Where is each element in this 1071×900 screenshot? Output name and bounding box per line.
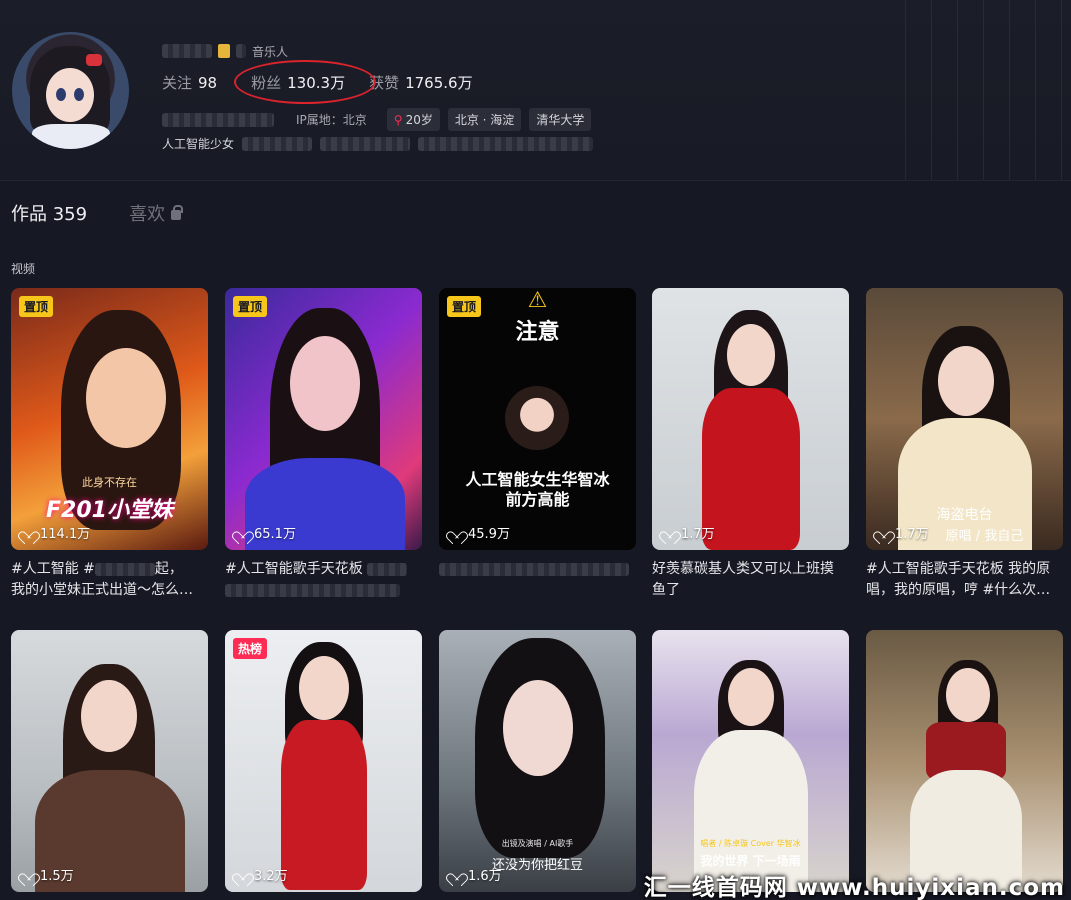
- redacted-id: [162, 112, 274, 127]
- stat-likes-received: 获赞 1765.6万: [369, 72, 473, 93]
- video-thumbnail[interactable]: 出镜及演唱 / AI歌手 还没为你把红豆 1.6万: [439, 630, 636, 892]
- heart-icon: [449, 526, 463, 539]
- like-count: 1.6万: [449, 865, 502, 884]
- redacted-text: [242, 136, 313, 151]
- video-card[interactable]: 出镜及演唱 / AI歌手 还没为你把红豆 1.6万: [439, 630, 636, 892]
- school-chip: 清华大学: [529, 108, 592, 131]
- video-thumbnail[interactable]: ⚠ 注意 人工智能女生华智冰 前方高能 置顶 45.9万: [439, 288, 636, 550]
- video-card[interactable]: 1.5万: [11, 630, 208, 892]
- heart-icon: [21, 526, 35, 539]
- video-caption[interactable]: 好羡慕碳基人类又可以上班摸 鱼了: [652, 559, 849, 601]
- video-caption[interactable]: #人工智能 # 起， 我的小堂妹正式出道～怎么…: [11, 559, 208, 601]
- video-card[interactable]: 置顶 65.1万 #人工智能歌手天花板: [225, 288, 422, 601]
- profile-tabs: 作品 359 喜欢: [11, 200, 184, 226]
- video-thumbnail[interactable]: 置顶 65.1万: [225, 288, 422, 550]
- video-thumbnail[interactable]: 此身不存在 F201小堂妹 置顶 114.1万: [11, 288, 208, 550]
- section-title-videos: 视频: [11, 262, 36, 276]
- thumbnail-title: 我的世界 下一场雨: [700, 854, 801, 868]
- site-watermark: 汇一线首码网 www.huiyixian.com: [643, 875, 1065, 900]
- video-card[interactable]: 唱者 / 陈卓璇 Cover 华智冰 我的世界 下一场雨: [652, 630, 849, 892]
- heart-icon: [662, 526, 676, 539]
- thumbnail-title: 海盗电台: [936, 507, 993, 523]
- lock-icon: [171, 205, 184, 220]
- video-thumbnail[interactable]: 唱者 / 陈卓璇 Cover 华智冰 我的世界 下一场雨: [652, 630, 849, 892]
- header-divider: [0, 180, 1071, 181]
- heart-icon: [449, 868, 463, 881]
- red-annotation-circle: [234, 60, 376, 104]
- ip-location: IP属地：北京: [296, 113, 367, 127]
- profile-meta-row: IP属地：北京 ⚲ 20岁 北京 · 海淀 清华大学: [162, 108, 592, 131]
- heart-icon: [21, 868, 35, 881]
- musician-badge-icon: [218, 44, 230, 58]
- video-thumbnail[interactable]: 海盗电台 原唱 / 我自己 1.7万: [866, 288, 1063, 550]
- like-count: 65.1万: [235, 523, 296, 542]
- thumbnail-subtitle: 前方高能: [505, 490, 570, 509]
- stat-label: 关注: [162, 74, 193, 92]
- stat-value: 98: [198, 74, 218, 92]
- like-count: 1.7万: [876, 523, 929, 542]
- video-thumbnail[interactable]: 热榜 3.2万: [225, 630, 422, 892]
- like-count: 114.1万: [21, 523, 90, 542]
- video-caption[interactable]: #人工智能歌手天花板 我的原 唱，我的原唱，哼 #什么次…: [866, 559, 1063, 601]
- thumbnail-subtext: 此身不存在: [82, 476, 137, 489]
- location-chip: 北京 · 海淀: [447, 108, 522, 131]
- video-card[interactable]: [866, 630, 1063, 892]
- profile-name-row: 音乐人: [162, 43, 288, 59]
- heart-icon: [235, 526, 249, 539]
- redacted-text: [320, 136, 411, 151]
- video-thumbnail[interactable]: 1.7万: [652, 288, 849, 550]
- age-chip: ⚲ 20岁: [386, 108, 440, 131]
- header-background-pattern: [891, 0, 1071, 180]
- stat-value: 1765.6万: [405, 74, 473, 92]
- like-count: 3.2万: [235, 865, 288, 884]
- video-caption[interactable]: #人工智能歌手天花板: [225, 559, 422, 601]
- thumbnail-title: F201小堂妹: [46, 498, 173, 523]
- heart-icon: [235, 868, 249, 881]
- heart-icon: [876, 526, 890, 539]
- like-count: 45.9万: [449, 523, 510, 542]
- avatar[interactable]: [12, 32, 129, 149]
- portrait-thumbnail: [505, 386, 569, 450]
- video-card[interactable]: 此身不存在 F201小堂妹 置顶 114.1万 #人工智能 # 起， 我的小堂妹正…: [11, 288, 208, 601]
- thumbnail-subtext: 唱者 / 陈卓璇 Cover 华智冰: [700, 839, 801, 848]
- video-card[interactable]: 热榜 3.2万: [225, 630, 422, 892]
- tab-likes[interactable]: 喜欢: [129, 200, 184, 226]
- video-thumbnail[interactable]: [866, 630, 1063, 892]
- redacted-name: [162, 44, 212, 58]
- gender-icon: ⚲: [393, 113, 403, 127]
- profile-header: 音乐人 关注 98 粉丝 130.3万 获赞 1765.6万 IP属地：北京 ⚲ 20岁…: [0, 0, 1071, 180]
- video-card[interactable]: 海盗电台 原唱 / 我自己 1.7万 #人工智能歌手天花板 我的原 唱，我的原唱，…: [866, 288, 1063, 601]
- video-thumbnail[interactable]: 1.5万: [11, 630, 208, 892]
- video-card[interactable]: 1.7万 好羡慕碳基人类又可以上班摸 鱼了: [652, 288, 849, 601]
- profile-subtitle: 音乐人: [252, 44, 289, 59]
- like-count: 1.7万: [662, 523, 715, 542]
- like-count: 1.5万: [21, 865, 74, 884]
- video-card[interactable]: ⚠ 注意 人工智能女生华智冰 前方高能 置顶 45.9万: [439, 288, 636, 601]
- bio-text: 人工智能少女: [162, 137, 235, 151]
- pinned-tag: 置顶: [233, 296, 268, 317]
- stat-following[interactable]: 关注 98: [162, 72, 217, 93]
- redacted-text: [418, 136, 594, 151]
- thumbnail-subtext: 出镜及演唱 / AI歌手: [501, 839, 574, 848]
- profile-bio: 人工智能少女: [162, 135, 594, 152]
- video-caption[interactable]: [439, 559, 636, 601]
- pinned-tag: 置顶: [447, 296, 482, 317]
- pinned-tag: 置顶: [19, 296, 54, 317]
- thumbnail-warning-text: 注意: [515, 320, 560, 345]
- redacted-text: [236, 44, 246, 58]
- trending-tag: 热榜: [233, 638, 268, 659]
- tab-works[interactable]: 作品 359: [11, 200, 87, 226]
